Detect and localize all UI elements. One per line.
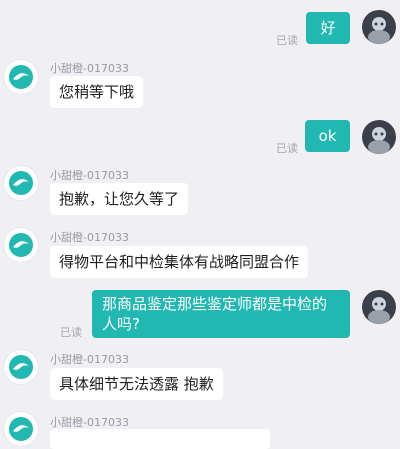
sender-name: 小甜橙-017033 — [50, 353, 129, 366]
message-bubble-outgoing[interactable]: ok — [305, 120, 350, 152]
message-bubble-incoming[interactable]: 您稍等下哦 — [50, 76, 144, 108]
agent-avatar[interactable] — [4, 228, 38, 262]
message-bubble-incoming[interactable] — [50, 429, 270, 449]
message-bubble-incoming[interactable]: 得物平台和中检集体有战略同盟合作 — [50, 246, 309, 278]
agent-avatar[interactable] — [4, 412, 38, 446]
read-receipt: 已读 — [276, 142, 298, 155]
agent-avatar[interactable] — [4, 60, 38, 94]
message-bubble-incoming[interactable]: 抱歉，让您久等了 — [50, 183, 189, 215]
user-avatar[interactable] — [362, 10, 396, 44]
user-avatar[interactable] — [362, 120, 396, 154]
read-receipt: 已读 — [276, 34, 298, 47]
agent-avatar[interactable] — [4, 350, 38, 384]
message-bubble-outgoing[interactable]: 好 — [306, 12, 350, 44]
sender-name: 小甜橙-017033 — [50, 62, 129, 75]
user-avatar[interactable] — [362, 290, 396, 324]
message-bubble-incoming[interactable]: 具体细节无法透露 抱歉 — [50, 368, 223, 400]
sender-name: 小甜橙-017033 — [50, 231, 129, 244]
sender-name: 小甜橙-017033 — [50, 416, 129, 429]
read-receipt: 已读 — [60, 326, 82, 339]
agent-avatar[interactable] — [4, 166, 38, 200]
sender-name: 小甜橙-017033 — [50, 169, 129, 182]
message-bubble-outgoing[interactable]: 那商品鉴定那些鉴定师都是中检的人吗? — [92, 290, 350, 338]
